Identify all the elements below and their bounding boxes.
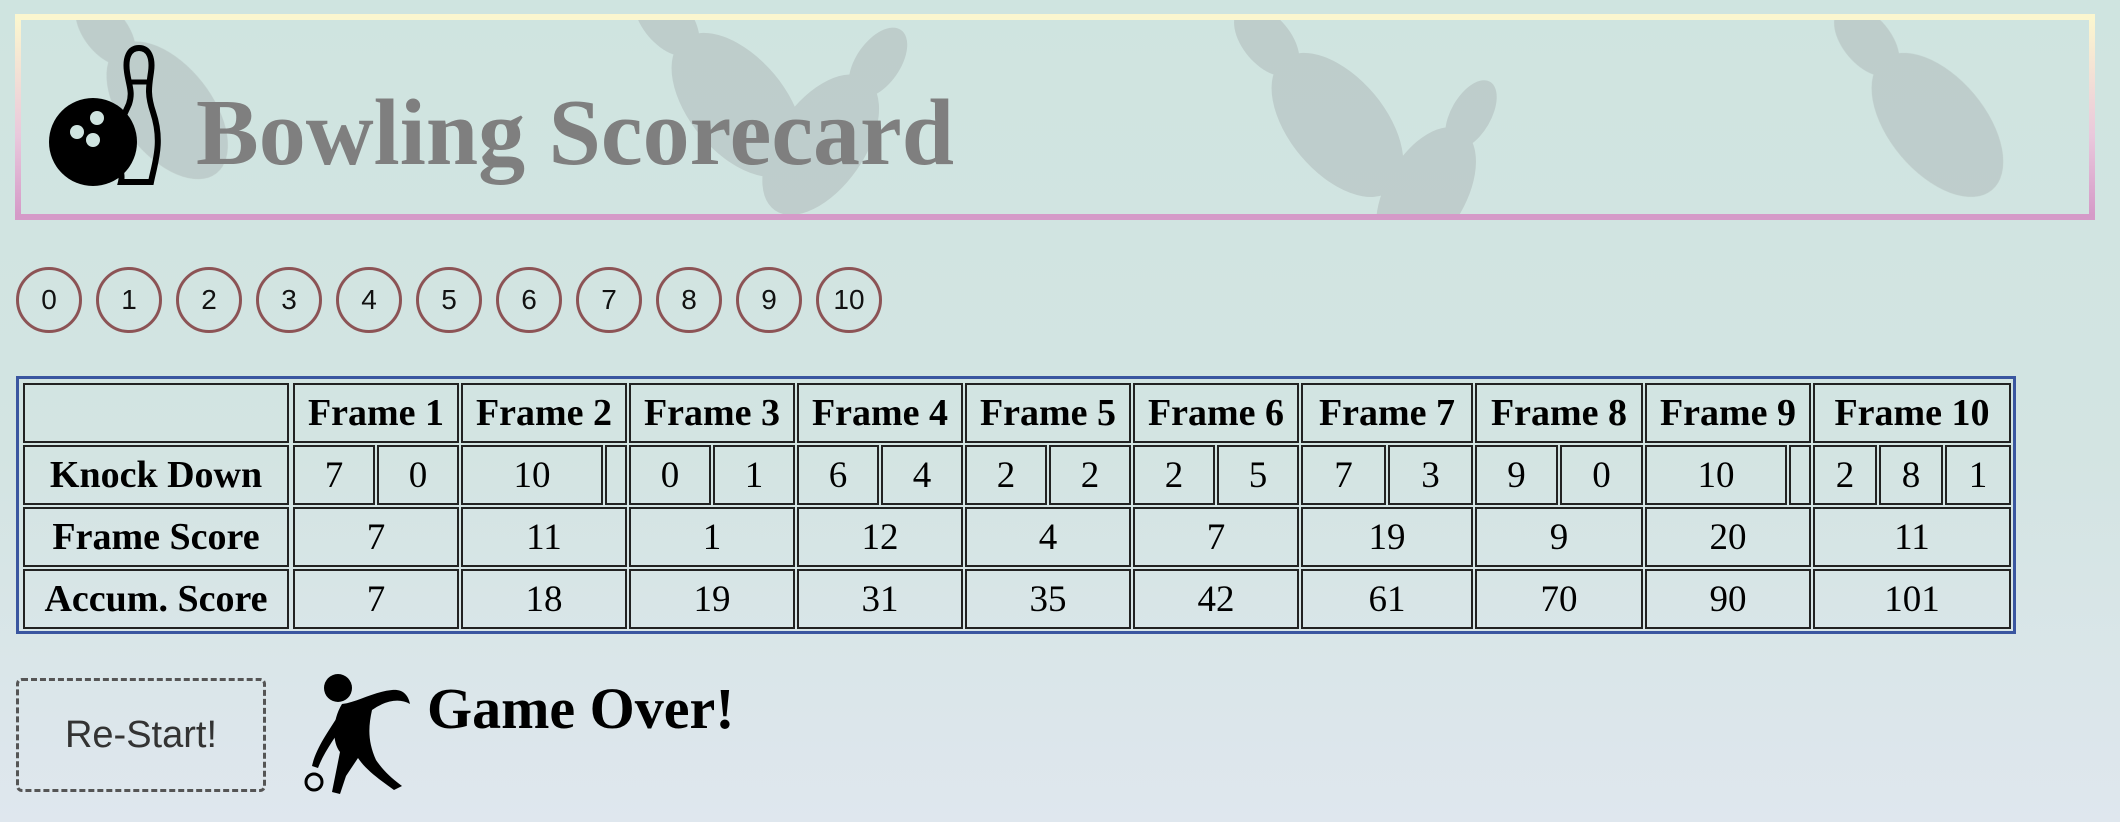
frame-score-cell: 11: [461, 507, 627, 567]
accum-score-cell: 61: [1301, 569, 1473, 629]
knock-down-roll: 1: [713, 445, 795, 505]
knock-down-roll: 5: [1217, 445, 1299, 505]
frame-header: Frame 10: [1813, 383, 2011, 443]
accum-score-label: Accum. Score: [23, 569, 289, 629]
pin-button-5[interactable]: 5: [416, 267, 482, 333]
frame-score-cell: 4: [965, 507, 1131, 567]
knock-down-roll: 0: [1560, 445, 1643, 505]
accum-score-cell: 90: [1645, 569, 1811, 629]
knock-down-roll: 7: [1301, 445, 1386, 505]
pin-button-1[interactable]: 1: [96, 267, 162, 333]
frame-header: Frame 3: [629, 383, 795, 443]
bowler-icon: [304, 674, 410, 794]
game-status: Game Over!: [427, 676, 735, 741]
pin-button-3[interactable]: 3: [256, 267, 322, 333]
pin-button-10[interactable]: 10: [816, 267, 882, 333]
frame-score-label: Frame Score: [23, 507, 289, 567]
knock-down-roll: 4: [881, 445, 963, 505]
accum-score-cell: 7: [293, 569, 459, 629]
pin-button-9[interactable]: 9: [736, 267, 802, 333]
knock-down-roll: 9: [1475, 445, 1558, 505]
pin-button-4[interactable]: 4: [336, 267, 402, 333]
frame-score-cell: 1: [629, 507, 795, 567]
frame-header: Frame 9: [1645, 383, 1811, 443]
knock-down-roll: 2: [965, 445, 1047, 505]
pin-button-7[interactable]: 7: [576, 267, 642, 333]
frame-header: Frame 5: [965, 383, 1131, 443]
frame-header: Frame 7: [1301, 383, 1473, 443]
frame-score-cell: 19: [1301, 507, 1473, 567]
frame-header: Frame 8: [1475, 383, 1643, 443]
accum-score-cell: 19: [629, 569, 795, 629]
frame-score-cell: 7: [1133, 507, 1299, 567]
pin-button-2[interactable]: 2: [176, 267, 242, 333]
knock-down-roll: 7: [293, 445, 375, 505]
pin-button-0[interactable]: 0: [16, 267, 82, 333]
pin-button-8[interactable]: 8: [656, 267, 722, 333]
frame-header: Frame 2: [461, 383, 627, 443]
knock-down-roll: 3: [1388, 445, 1473, 505]
frame-score-cell: 12: [797, 507, 963, 567]
frame-header: Frame 1: [293, 383, 459, 443]
frame-score-cell: 9: [1475, 507, 1643, 567]
accum-score-cell: 35: [965, 569, 1131, 629]
header-banner: Bowling Scorecard: [15, 14, 2095, 220]
knock-down-roll: 10: [461, 445, 603, 505]
accum-score-cell: 42: [1133, 569, 1299, 629]
knock-down-roll: 6: [797, 445, 879, 505]
accum-score-cell: 101: [1813, 569, 2011, 629]
restart-button[interactable]: Re-Start!: [16, 678, 266, 792]
knock-down-roll: 8: [1879, 445, 1943, 505]
knock-down-roll: 10: [1645, 445, 1787, 505]
knock-down-roll: 1: [1945, 445, 2011, 505]
frame-score-cell: 20: [1645, 507, 1811, 567]
bowling-ball-and-pin-icon: [49, 44, 161, 186]
knock-down-roll: [605, 445, 627, 505]
frame-score-cell: 7: [293, 507, 459, 567]
knock-down-roll: 0: [629, 445, 711, 505]
accum-score-cell: 31: [797, 569, 963, 629]
knock-down-roll: [1789, 445, 1811, 505]
frame-header: Frame 4: [797, 383, 963, 443]
knock-down-roll: 2: [1049, 445, 1131, 505]
knock-down-roll: 2: [1133, 445, 1215, 505]
knock-down-roll: 0: [377, 445, 459, 505]
accum-score-cell: 70: [1475, 569, 1643, 629]
corner-cell: [23, 383, 289, 443]
knock-down-label: Knock Down: [23, 445, 289, 505]
accum-score-cell: 18: [461, 569, 627, 629]
knock-down-roll: 2: [1813, 445, 1877, 505]
page-title: Bowling Scorecard: [196, 81, 955, 185]
frame-score-cell: 11: [1813, 507, 2011, 567]
pin-button-6[interactable]: 6: [496, 267, 562, 333]
score-table: Frame 1 Frame 2 Frame 3 Frame 4 Frame 5 Frame…: [16, 376, 2016, 634]
frame-header: Frame 6: [1133, 383, 1299, 443]
